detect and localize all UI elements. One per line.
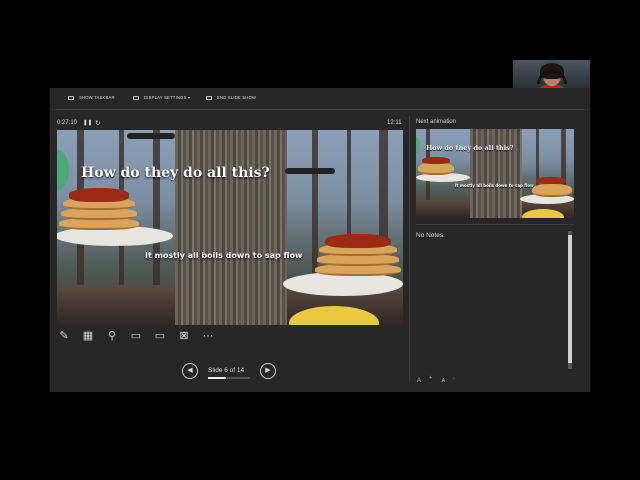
zoom-icon[interactable]: ⚲ — [105, 329, 119, 343]
speaker-notes[interactable]: No Notes. — [416, 232, 445, 239]
notes-scrollbar-thumb[interactable] — [568, 235, 572, 363]
display-settings-button[interactable]: DISPLAY SETTINGS ▾ — [133, 95, 190, 100]
pane-divider[interactable] — [409, 116, 410, 382]
restart-icon[interactable]: ↻ — [95, 119, 100, 127]
subtitles-icon[interactable]: ▭ — [153, 329, 167, 343]
presenter-view: SHOW TASKBAR DISPLAY SETTINGS ▾ END SLID… — [50, 88, 590, 392]
lemon-slice — [522, 209, 564, 218]
current-slide[interactable]: How do they do all this? It mostly all b… — [57, 130, 403, 325]
elapsed-timer: 0:27:10 — [57, 120, 78, 126]
previous-slide-button[interactable]: ◀ — [182, 363, 198, 379]
maple-trunk — [175, 130, 287, 325]
notes-font-controls: A + A- — [417, 375, 462, 384]
slide-title: How do they do all this? — [81, 165, 270, 181]
all-slides-icon[interactable]: ▦ — [81, 329, 95, 343]
taskbar-icon — [68, 95, 74, 100]
next-slide-body-text: It mostly all boils down to sap flow — [455, 183, 534, 188]
next-slide-preview[interactable]: How do they do all this? It mostly all b… — [416, 129, 574, 218]
next-slide-title: How do they do all this? — [426, 144, 514, 152]
presenter-toolbar: SHOW TASKBAR DISPLAY SETTINGS ▾ END SLID… — [50, 88, 590, 110]
current-time: 12:11 — [387, 120, 402, 126]
pen-icon[interactable]: ✎ — [57, 329, 71, 343]
notes-scrollbar[interactable] — [568, 231, 572, 369]
next-animation-label: Next animation — [416, 119, 457, 125]
slide-body-text: It mostly all boils down to sap flow — [145, 251, 303, 260]
syrup — [325, 234, 391, 248]
camera-off-icon[interactable]: ⊠ — [177, 329, 191, 343]
notes-separator — [416, 224, 574, 225]
more-options-icon[interactable]: ⋯ — [201, 329, 215, 343]
slide-counter[interactable]: Slide 6 of 14 — [208, 367, 244, 374]
slide-progress-fill — [208, 377, 227, 379]
sap-spout — [127, 133, 175, 139]
monitor-icon — [133, 95, 139, 100]
pancake — [418, 163, 454, 175]
end-show-icon — [206, 95, 212, 100]
pointer-icon[interactable]: ▭ — [129, 329, 143, 343]
show-taskbar-button[interactable]: SHOW TASKBAR — [68, 95, 115, 100]
maple-trunk — [470, 129, 522, 218]
slide-navigation: ◀ Slide 6 of 14 ▶ — [180, 363, 280, 383]
end-slide-show-button[interactable]: END SLIDE SHOW — [206, 95, 256, 100]
slide-progress-bar — [208, 377, 250, 379]
increase-font-button[interactable]: A + — [417, 375, 432, 384]
decrease-font-button[interactable]: A- — [442, 375, 455, 384]
pancake — [532, 184, 572, 197]
syrup — [422, 157, 450, 164]
next-slide-button[interactable]: ▶ — [260, 363, 276, 379]
syrup — [69, 188, 129, 202]
sap-spout — [285, 168, 335, 174]
syrup — [536, 177, 566, 184]
pause-icon[interactable]: ❚❚ — [83, 120, 92, 126]
